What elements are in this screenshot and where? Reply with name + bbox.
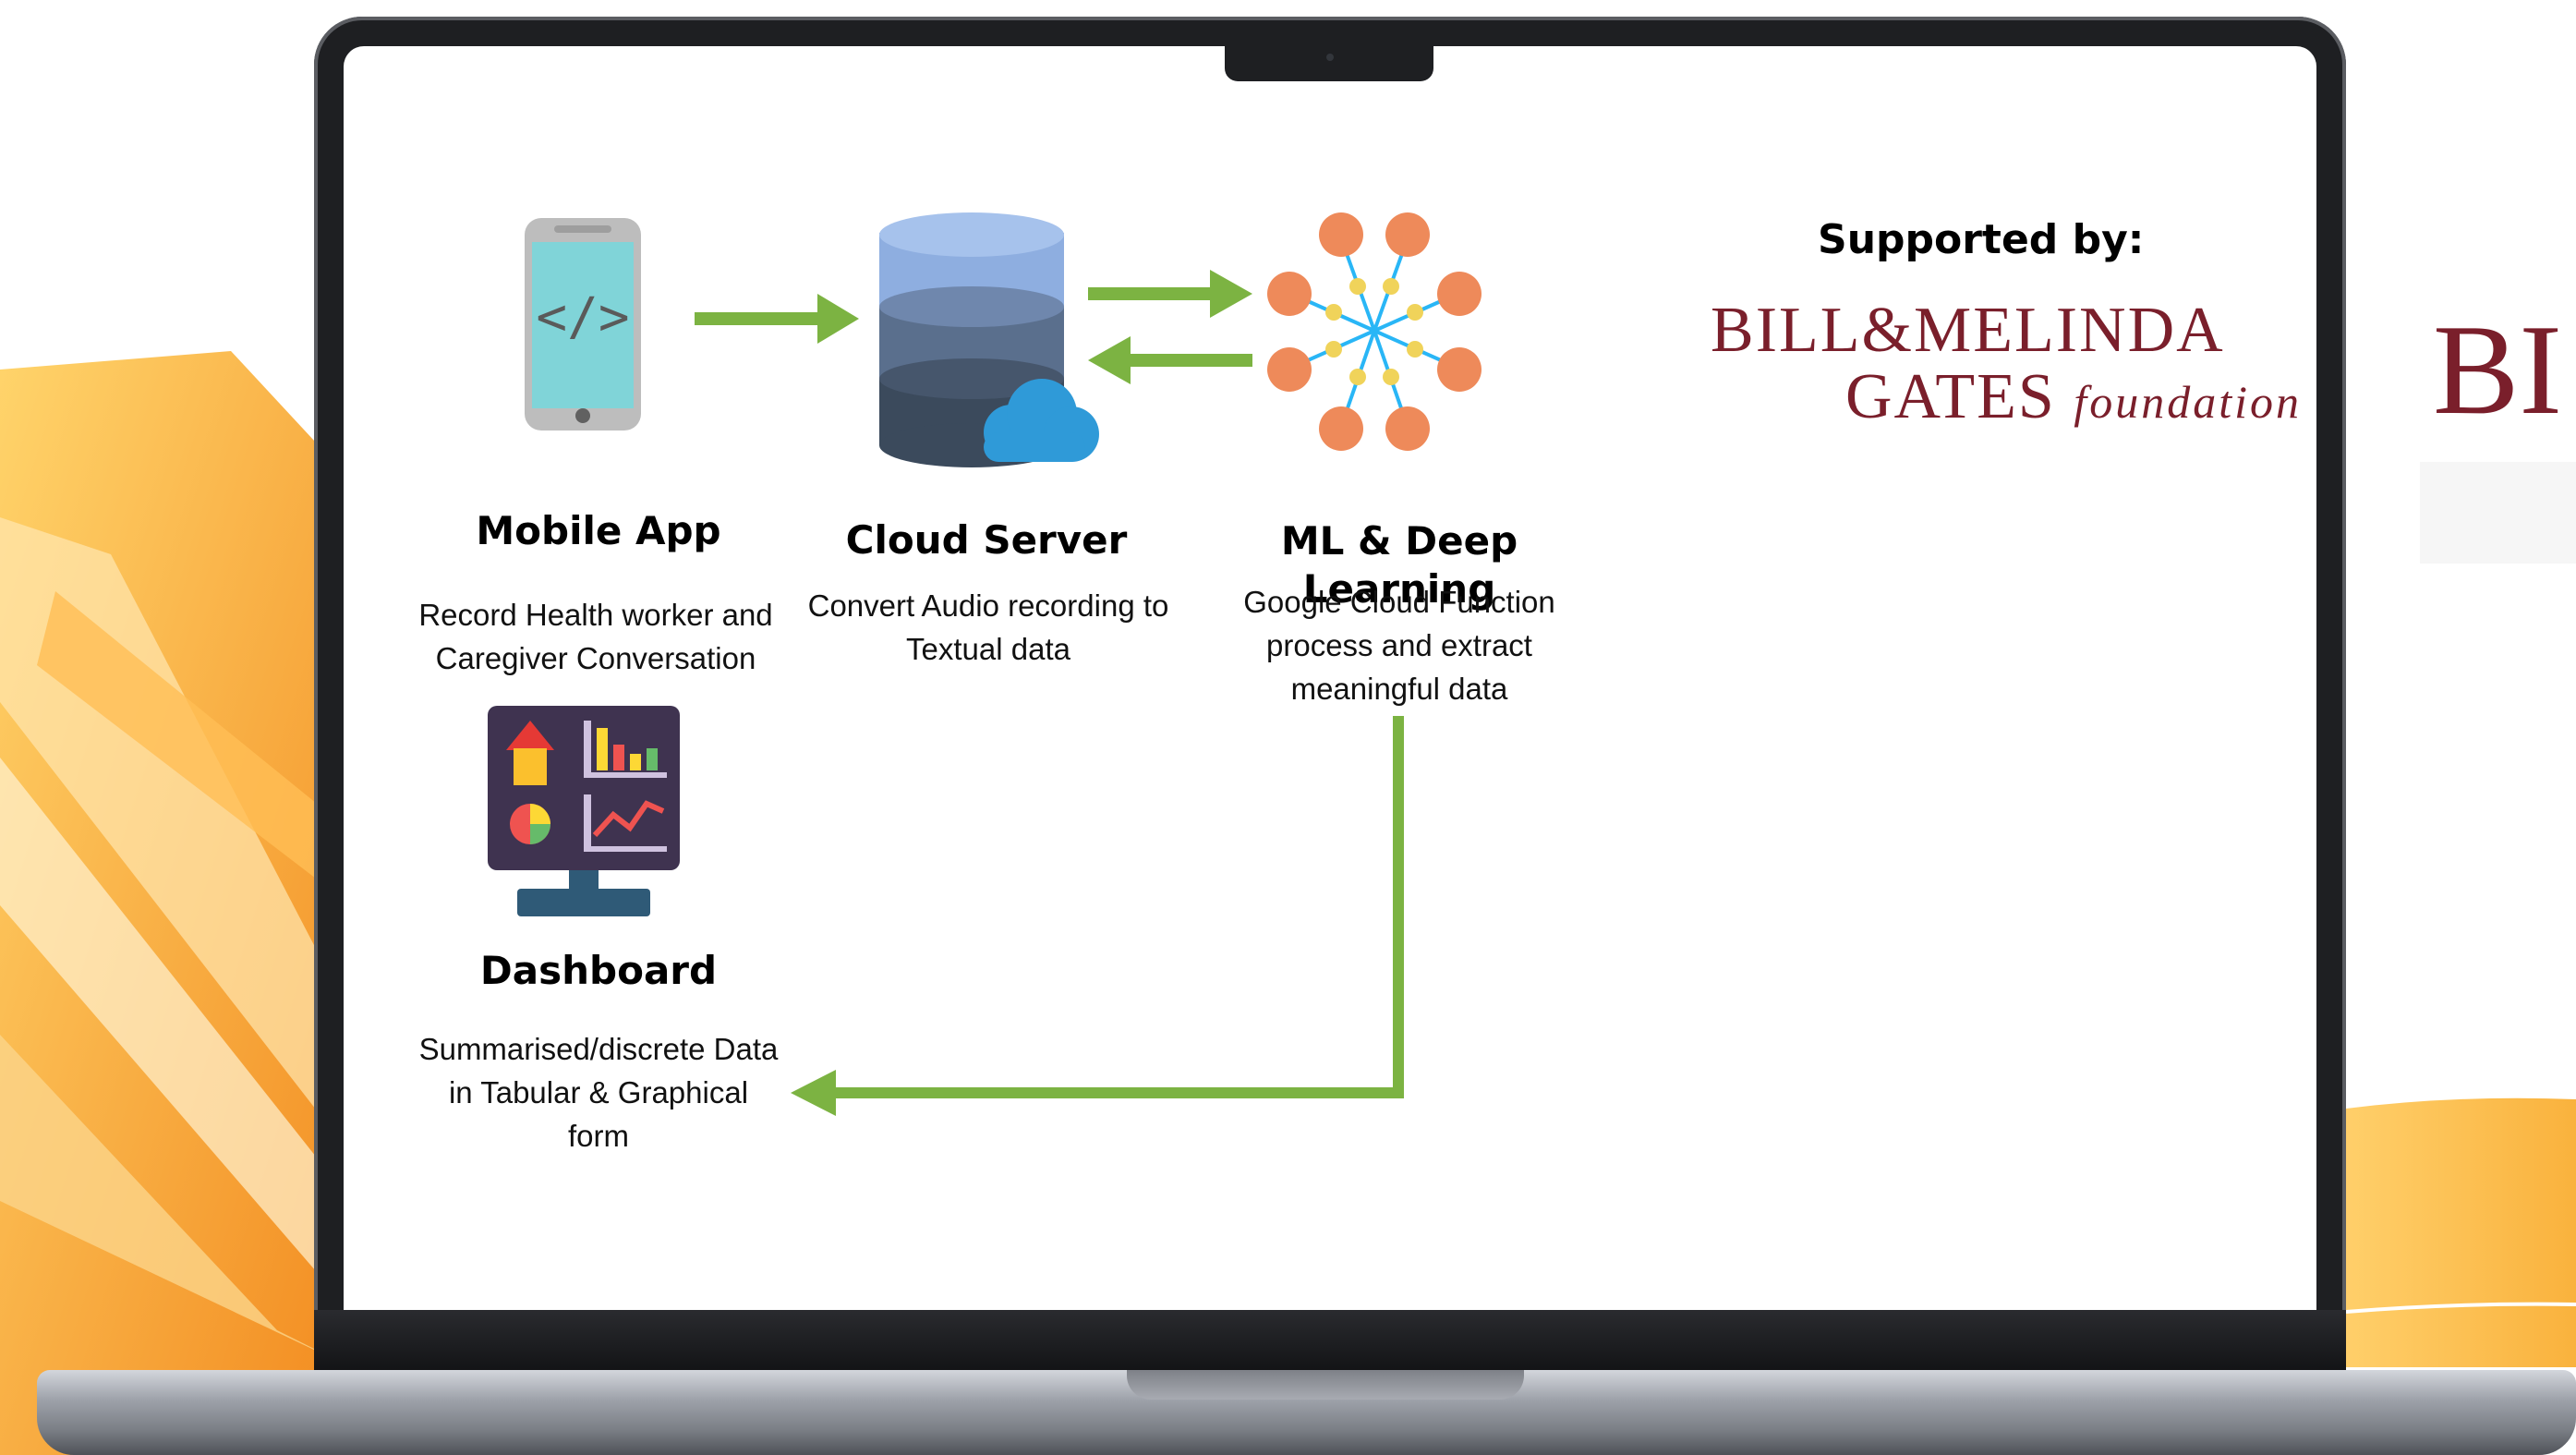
desc-line: Convert Audio recording to [807, 588, 1169, 623]
edge-ml-to-dashboard [791, 716, 1404, 1116]
node-desc-dashboard: Summarised/discrete Data in Tabular & Gr… [397, 1027, 800, 1158]
svg-text:</>: </> [536, 287, 629, 347]
node-desc-ml-deep-learning: Google Cloud Function process and extrac… [1224, 580, 1575, 710]
mobile-code-icon: </> [525, 218, 641, 430]
node-title-cloud-server: Cloud Server [845, 517, 1128, 563]
logo-word: GATES [1845, 361, 2056, 432]
neural-network-icon [1267, 212, 1482, 451]
gates-foundation-logo-line1: BILL&MELINDA [1711, 295, 2225, 366]
node-desc-mobile-app: Record Health worker and Caregiver Conve… [397, 593, 794, 680]
desc-line: Textual data [906, 632, 1070, 666]
desc-line: process and extract [1266, 628, 1532, 662]
title-line: ML & Deep [1280, 518, 1518, 564]
supported-by-label: Supported by: [1818, 216, 2145, 263]
gates-foundation-logo-line2: GATES foundation [1845, 360, 2302, 434]
logo-word-foundation: foundation [2074, 376, 2302, 428]
diagram-canvas: </> [488, 212, 1482, 1116]
desc-line: meaningful data [1290, 672, 1508, 706]
desc-line: form [568, 1119, 629, 1153]
desc-line: Caregiver Conversation [435, 641, 756, 675]
edge-mobile-to-cloud [695, 294, 859, 344]
cloud-database-icon [879, 212, 1099, 467]
desc-line: Google Cloud Function [1243, 585, 1555, 619]
node-desc-cloud-server: Convert Audio recording to Textual data [785, 584, 1191, 671]
dashboard-monitor-icon [488, 706, 680, 916]
edge-cloud-to-ml [1088, 270, 1252, 318]
edge-ml-to-cloud [1088, 336, 1252, 384]
desc-line: Record Health worker and [418, 598, 773, 632]
node-title-mobile-app: Mobile App [476, 508, 721, 553]
desc-line: in Tabular & Graphical [448, 1075, 749, 1109]
node-title-dashboard: Dashboard [479, 948, 718, 993]
desc-line: Summarised/discrete Data [418, 1032, 779, 1066]
